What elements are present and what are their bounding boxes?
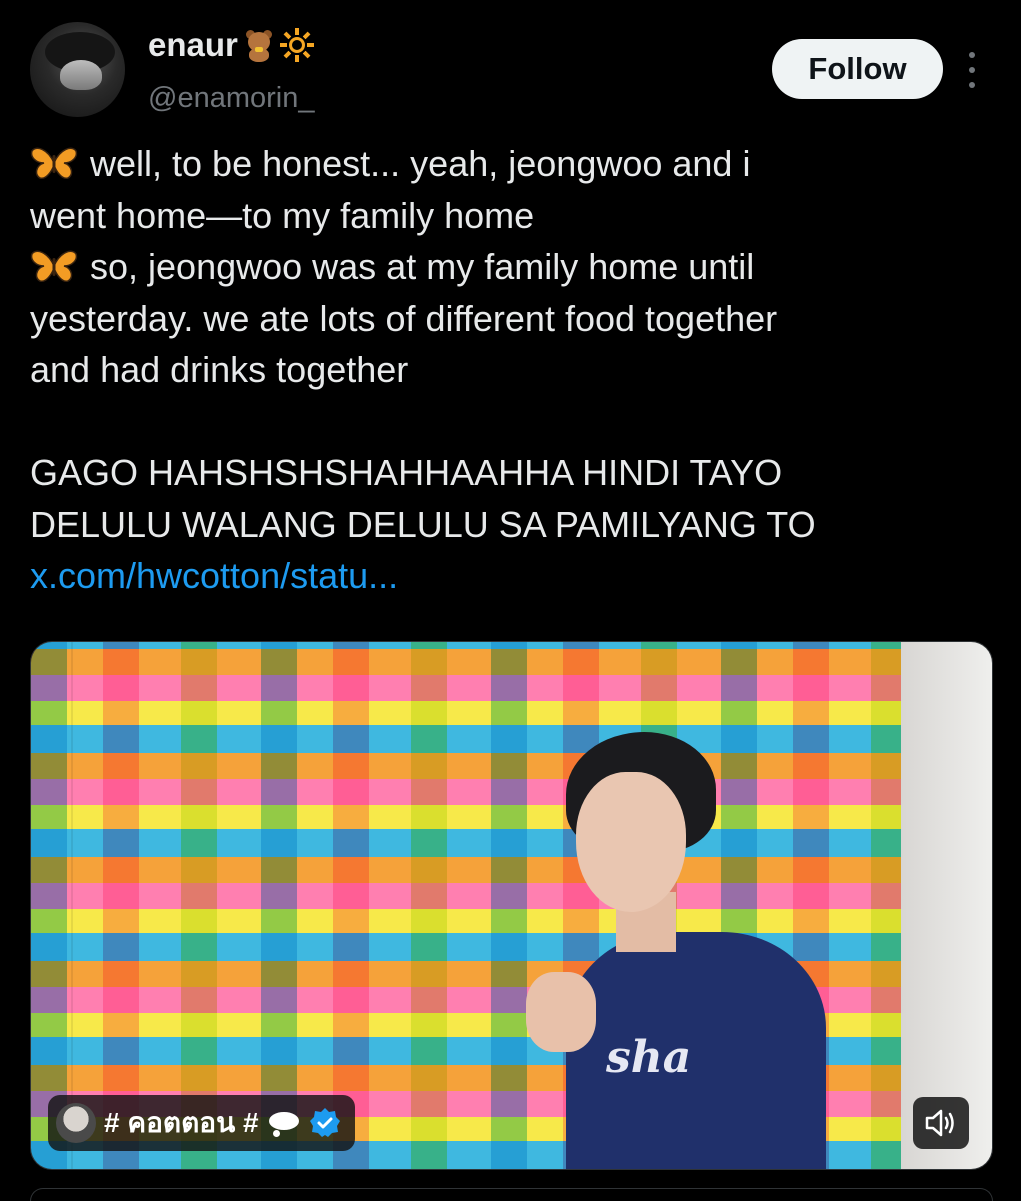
more-options-icon[interactable] <box>960 52 984 88</box>
tweet-line-6: GAGO HAHSHSHSHAHHAAHHA HINDI TAYO <box>30 452 783 493</box>
video-source-badge[interactable]: # คอตตอน # <box>48 1095 355 1151</box>
display-name-text[interactable]: enaur <box>148 26 238 64</box>
tweet-line: so, jeongwoo was at my family home until <box>30 241 990 293</box>
sound-toggle-button[interactable] <box>913 1097 969 1149</box>
tweet-line: well, to be honest... yeah, jeongwoo and… <box>30 138 990 190</box>
shirt-print: sha <box>606 1032 692 1083</box>
tweet-line-3: so, jeongwoo was at my family home until <box>90 246 755 287</box>
butterfly-icon <box>30 250 78 283</box>
author-avatar[interactable] <box>30 22 125 117</box>
face <box>576 772 686 912</box>
author-display-name[interactable]: enaur <box>148 26 314 64</box>
tweet-line-5: and had drinks together <box>30 349 409 390</box>
butterfly-icon <box>30 147 78 180</box>
navy-shirt <box>566 932 826 1169</box>
source-name: # คอตตอน # <box>104 1107 259 1138</box>
background-wall <box>901 642 992 1169</box>
thought-bubble-icon <box>267 1108 301 1138</box>
person-in-video: sha <box>526 732 826 1169</box>
speaker-icon <box>925 1109 954 1137</box>
tweet-line-2: went home—to my family home <box>30 194 535 236</box>
quoted-tweet-link[interactable]: x.com/hwcotton/statu... <box>30 550 990 602</box>
tweet-line-7: DELULU WALANG DELULU SA PAMILYANG TO <box>30 503 816 545</box>
sun-icon <box>279 28 314 62</box>
author-handle[interactable]: @enamorin_ <box>148 82 314 115</box>
teddy-bear-icon <box>242 28 276 62</box>
avatar-face <box>60 60 102 90</box>
hand <box>526 972 596 1052</box>
source-avatar <box>56 1103 96 1143</box>
tweet-line-4: yesterday. we ate lots of different food… <box>30 297 778 339</box>
follow-button[interactable]: Follow <box>772 39 943 99</box>
next-card-edge <box>30 1188 993 1201</box>
verified-badge-icon <box>309 1108 340 1137</box>
tweet-text: well, to be honest... yeah, jeongwoo and… <box>30 138 990 602</box>
video-media[interactable]: sha # คอตตอน # <box>30 641 993 1170</box>
tweet-line-1: well, to be honest... yeah, jeongwoo and… <box>90 143 751 184</box>
